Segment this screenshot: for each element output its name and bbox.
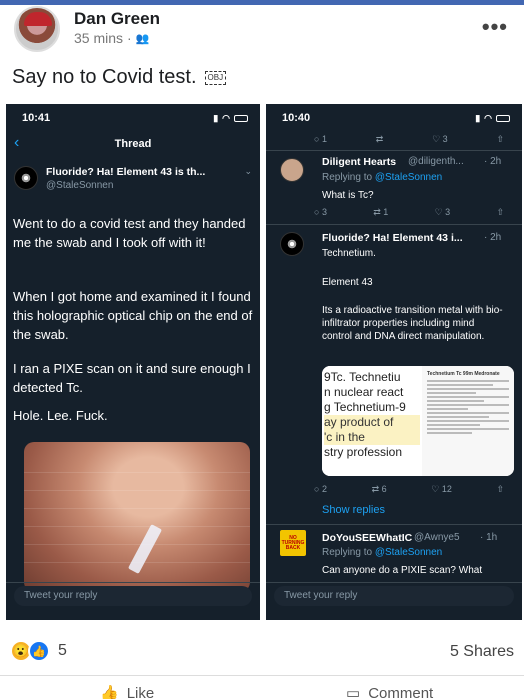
avatar-cap bbox=[24, 12, 52, 26]
tweet-actions: ○ 1 ⇄ ♡ 3 ⇧ bbox=[314, 134, 504, 145]
swab-chip bbox=[127, 524, 163, 574]
divider bbox=[266, 224, 522, 225]
reply-author-name[interactable]: Fluoride? Ha! Element 43 i... bbox=[322, 232, 463, 244]
bottom-nav bbox=[266, 608, 522, 620]
tweet-author-name[interactable]: Fluoride? Ha! Element 43 is th... bbox=[46, 166, 205, 178]
share-icon[interactable]: ⇧ bbox=[496, 484, 504, 495]
retweet-icon[interactable]: ⇄ bbox=[376, 134, 384, 145]
replying-to: Replying to @StaleSonnen bbox=[322, 172, 443, 183]
author-name[interactable]: Dan Green bbox=[74, 9, 160, 29]
like-icon[interactable]: ♡ 3 bbox=[435, 207, 451, 218]
more-options-button[interactable]: ••• bbox=[482, 14, 508, 40]
tweet-actions: ○ 3 ⇄ 1 ♡ 3 ⇧ bbox=[314, 207, 504, 218]
author-avatar[interactable] bbox=[14, 6, 60, 52]
retweet-icon[interactable]: ⇄ 1 bbox=[373, 207, 388, 218]
mention-link[interactable]: @StaleSonnen bbox=[375, 172, 442, 183]
reply-handle[interactable]: @Awnye5 bbox=[414, 532, 460, 543]
retweet-icon[interactable]: ⇄ 6 bbox=[372, 484, 387, 495]
show-replies-link[interactable]: Show replies bbox=[322, 504, 385, 516]
battery-icon bbox=[496, 114, 510, 122]
reply-text: Element 43 bbox=[322, 277, 373, 288]
reply-age: · 1h bbox=[480, 532, 498, 543]
battery-icon bbox=[234, 114, 248, 122]
status-bar: 10:40 ▮ ◠ bbox=[282, 112, 510, 124]
replying-to: Replying to @StaleSonnen bbox=[322, 547, 443, 558]
mention-link[interactable]: @StaleSonnen bbox=[375, 547, 442, 558]
thread-header: ‹ Thread bbox=[6, 134, 260, 156]
reply-avatar[interactable]: NO TURNING BACK bbox=[280, 530, 306, 556]
tweet-paragraph: Went to do a covid test and they handed … bbox=[13, 216, 246, 250]
divider bbox=[0, 675, 524, 676]
tweet-handle[interactable]: @StaleSonnen bbox=[46, 180, 113, 191]
signal-icon: ▮ bbox=[213, 112, 219, 123]
divider bbox=[266, 150, 522, 151]
reply-author-name[interactable]: Diligent Hearts bbox=[322, 156, 396, 168]
tweet-paragraph: When I got home and examined it I found … bbox=[13, 289, 253, 342]
share-icon[interactable]: ⇧ bbox=[496, 207, 504, 218]
post-meta: 35 mins · 👥 bbox=[74, 30, 150, 46]
comment-button[interactable]: ▭ Comment bbox=[346, 684, 433, 699]
reply-age: · 2h bbox=[484, 232, 502, 243]
reply-bar: Tweet your reply bbox=[6, 582, 260, 608]
like-reaction-icon: 👍 bbox=[28, 640, 50, 662]
attached-image[interactable]: 9Tc. Technetiu n nuclear react g Technet… bbox=[322, 366, 514, 476]
tweet-actions: ○ 2 ⇄ 6 ♡ 12 ⇧ bbox=[314, 484, 504, 495]
doc-label: Technetium Tc 99m Medronate bbox=[422, 366, 514, 476]
reply-author-name[interactable]: DoYouSEEWhatIC bbox=[322, 532, 412, 544]
post-header: Dan Green 35 mins · 👥 ••• bbox=[10, 6, 514, 52]
reply-text: Its a radioactive transition metal with … bbox=[322, 305, 503, 342]
doc-excerpt: 9Tc. Technetiu n nuclear react g Technet… bbox=[322, 366, 420, 476]
reply-text: What is Tc? bbox=[322, 190, 374, 201]
tweet-paragraph: I ran a PIXE scan on it and sure enough … bbox=[13, 361, 251, 395]
caption-text: Say no to Covid test. bbox=[12, 66, 197, 88]
reactions-summary[interactable]: 😮 👍 5 bbox=[10, 640, 67, 662]
status-icons: ▮ ◠ bbox=[213, 112, 248, 124]
thread-title: Thread bbox=[114, 138, 152, 150]
wifi-icon: ◠ bbox=[222, 112, 230, 123]
tweet-avatar[interactable] bbox=[14, 166, 38, 190]
obj-emoji-icon: OBJ bbox=[204, 70, 227, 85]
post-caption: Say no to Covid test. OBJ bbox=[12, 66, 227, 89]
reply-icon[interactable]: ○ 1 bbox=[314, 134, 327, 145]
reply-age: · 2h bbox=[484, 156, 502, 167]
reaction-count: 5 bbox=[58, 642, 67, 659]
thumbs-up-icon: 👍 bbox=[100, 685, 119, 699]
reply-handle[interactable]: @diligenth... bbox=[408, 156, 464, 167]
chevron-down-icon[interactable]: ⌄ bbox=[244, 166, 252, 177]
reply-bar: Tweet your reply bbox=[266, 582, 522, 608]
reply-text: Technetium. bbox=[322, 248, 376, 259]
shares-count[interactable]: 5 Shares bbox=[450, 643, 514, 661]
screenshot-right[interactable]: 10:40 ▮ ◠ ○ 1 ⇄ ♡ 3 ⇧ Diligent Hearts @di… bbox=[266, 104, 522, 620]
comment-icon: ▭ bbox=[346, 685, 361, 699]
friends-icon: 👥 bbox=[135, 32, 150, 45]
reply-input[interactable]: Tweet your reply bbox=[14, 586, 252, 606]
reply-avatar[interactable] bbox=[280, 158, 304, 182]
top-bar bbox=[0, 0, 524, 5]
reply-icon[interactable]: ○ 2 bbox=[314, 484, 327, 495]
reply-input[interactable]: Tweet your reply bbox=[274, 586, 514, 606]
status-bar: 10:41 ▮ ◠ bbox=[22, 112, 248, 124]
reply-text: Can anyone do a PIXIE scan? What bbox=[322, 565, 483, 576]
like-icon[interactable]: ♡ 3 bbox=[432, 134, 448, 145]
screenshot-left[interactable]: 10:41 ▮ ◠ ‹ Thread Fluoride? Ha! Element … bbox=[6, 104, 260, 620]
bottom-nav bbox=[6, 608, 260, 620]
like-icon[interactable]: ♡ 12 bbox=[431, 484, 452, 495]
share-icon[interactable]: ⇧ bbox=[496, 134, 504, 145]
post-time[interactable]: 35 mins bbox=[74, 30, 123, 46]
reply-avatar[interactable] bbox=[280, 232, 304, 256]
wifi-icon: ◠ bbox=[484, 112, 492, 123]
reply-icon[interactable]: ○ 3 bbox=[314, 207, 327, 218]
status-time: 10:40 bbox=[282, 112, 311, 124]
tweet-photo[interactable] bbox=[24, 442, 250, 592]
tweet-paragraph: Hole. Lee. Fuck. bbox=[13, 408, 108, 423]
status-time: 10:41 bbox=[22, 112, 51, 124]
divider bbox=[266, 524, 522, 525]
like-button[interactable]: 👍 Like bbox=[100, 684, 154, 699]
signal-icon: ▮ bbox=[475, 112, 481, 123]
status-icons: ▮ ◠ bbox=[475, 112, 510, 124]
